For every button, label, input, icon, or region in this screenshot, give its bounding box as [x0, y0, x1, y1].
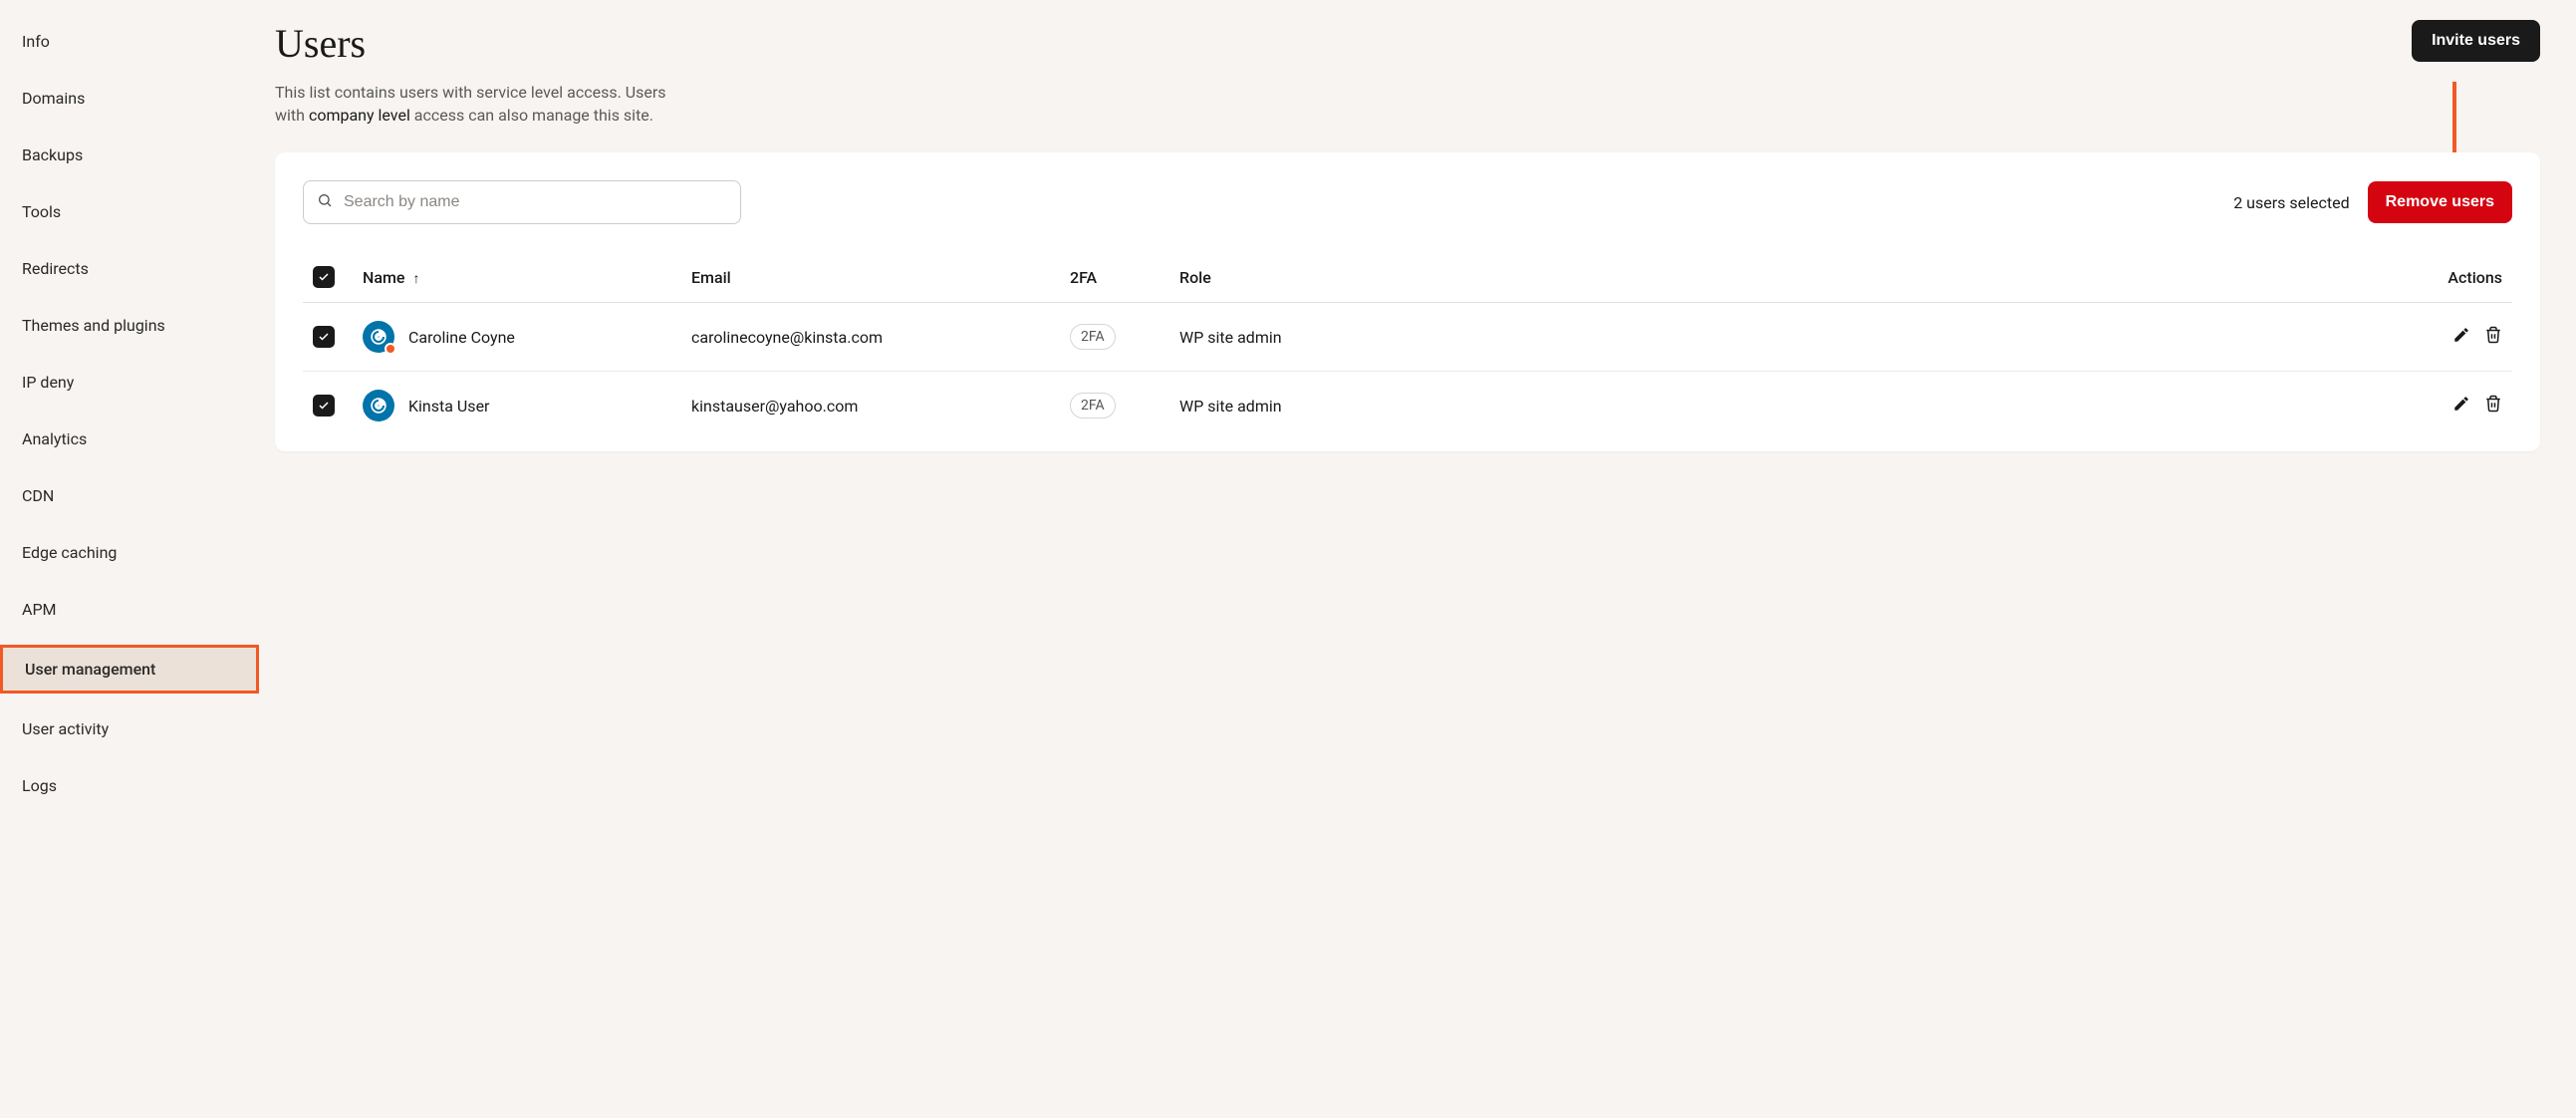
user-email: carolinecoyne@kinsta.com [681, 303, 1060, 372]
company-level-link[interactable]: company level [309, 106, 410, 125]
user-email: kinstauser@yahoo.com [681, 372, 1060, 440]
column-header-name-label: Name [363, 268, 404, 287]
sidebar-item-user-activity[interactable]: User activity [0, 707, 259, 750]
search-input[interactable] [303, 180, 741, 224]
sidebar-item-info[interactable]: Info [0, 20, 259, 63]
twofa-badge: 2FA [1070, 324, 1116, 350]
row-checkbox[interactable] [313, 395, 335, 417]
column-header-email[interactable]: Email [681, 252, 1060, 303]
column-header-actions: Actions [1438, 252, 2512, 303]
sidebar-item-domains[interactable]: Domains [0, 77, 259, 120]
avatar [363, 321, 394, 353]
delete-icon[interactable] [2484, 395, 2502, 413]
user-name: Kinsta User [408, 397, 489, 416]
sidebar-item-logs[interactable]: Logs [0, 764, 259, 807]
page-title: Users [275, 20, 693, 67]
subtitle-post: access can also manage this site. [410, 106, 653, 125]
edit-icon[interactable] [2452, 395, 2470, 413]
users-card: 2 users selected Remove users Name ↑ Em [275, 152, 2540, 451]
remove-users-button[interactable]: Remove users [2368, 181, 2512, 223]
table-row: Kinsta User kinstauser@yahoo.com 2FA WP … [303, 372, 2512, 440]
column-header-name[interactable]: Name ↑ [353, 252, 681, 303]
sidebar-item-analytics[interactable]: Analytics [0, 418, 259, 460]
user-role: WP site admin [1169, 372, 1438, 440]
main-content: Users This list contains users with serv… [259, 0, 2576, 1118]
sidebar-item-user-management[interactable]: User management [0, 645, 259, 694]
selected-count: 2 users selected [2233, 193, 2349, 212]
sidebar-item-redirects[interactable]: Redirects [0, 247, 259, 290]
table-row: Caroline Coyne carolinecoyne@kinsta.com … [303, 303, 2512, 372]
user-name: Caroline Coyne [408, 328, 515, 347]
page-subtitle: This list contains users with service le… [275, 81, 693, 127]
sidebar-item-themes-plugins[interactable]: Themes and plugins [0, 304, 259, 347]
select-all-checkbox[interactable] [313, 266, 335, 288]
search-icon [317, 192, 333, 212]
avatar-status-dot-icon [385, 343, 396, 355]
column-header-2fa[interactable]: 2FA [1060, 252, 1169, 303]
twofa-badge: 2FA [1070, 393, 1116, 419]
user-role: WP site admin [1169, 303, 1438, 372]
avatar [363, 390, 394, 421]
sidebar-item-cdn[interactable]: CDN [0, 474, 259, 517]
users-table: Name ↑ Email 2FA Role Actions [303, 252, 2512, 439]
sidebar-item-tools[interactable]: Tools [0, 190, 259, 233]
delete-icon[interactable] [2484, 326, 2502, 344]
sidebar: Info Domains Backups Tools Redirects The… [0, 0, 259, 1118]
sidebar-item-backups[interactable]: Backups [0, 134, 259, 176]
row-checkbox[interactable] [313, 326, 335, 348]
sidebar-item-edge-caching[interactable]: Edge caching [0, 531, 259, 574]
column-header-role[interactable]: Role [1169, 252, 1438, 303]
sidebar-item-ip-deny[interactable]: IP deny [0, 361, 259, 404]
sidebar-item-apm[interactable]: APM [0, 588, 259, 631]
invite-users-button[interactable]: Invite users [2412, 20, 2540, 62]
edit-icon[interactable] [2452, 326, 2470, 344]
sort-ascending-icon: ↑ [412, 271, 419, 287]
